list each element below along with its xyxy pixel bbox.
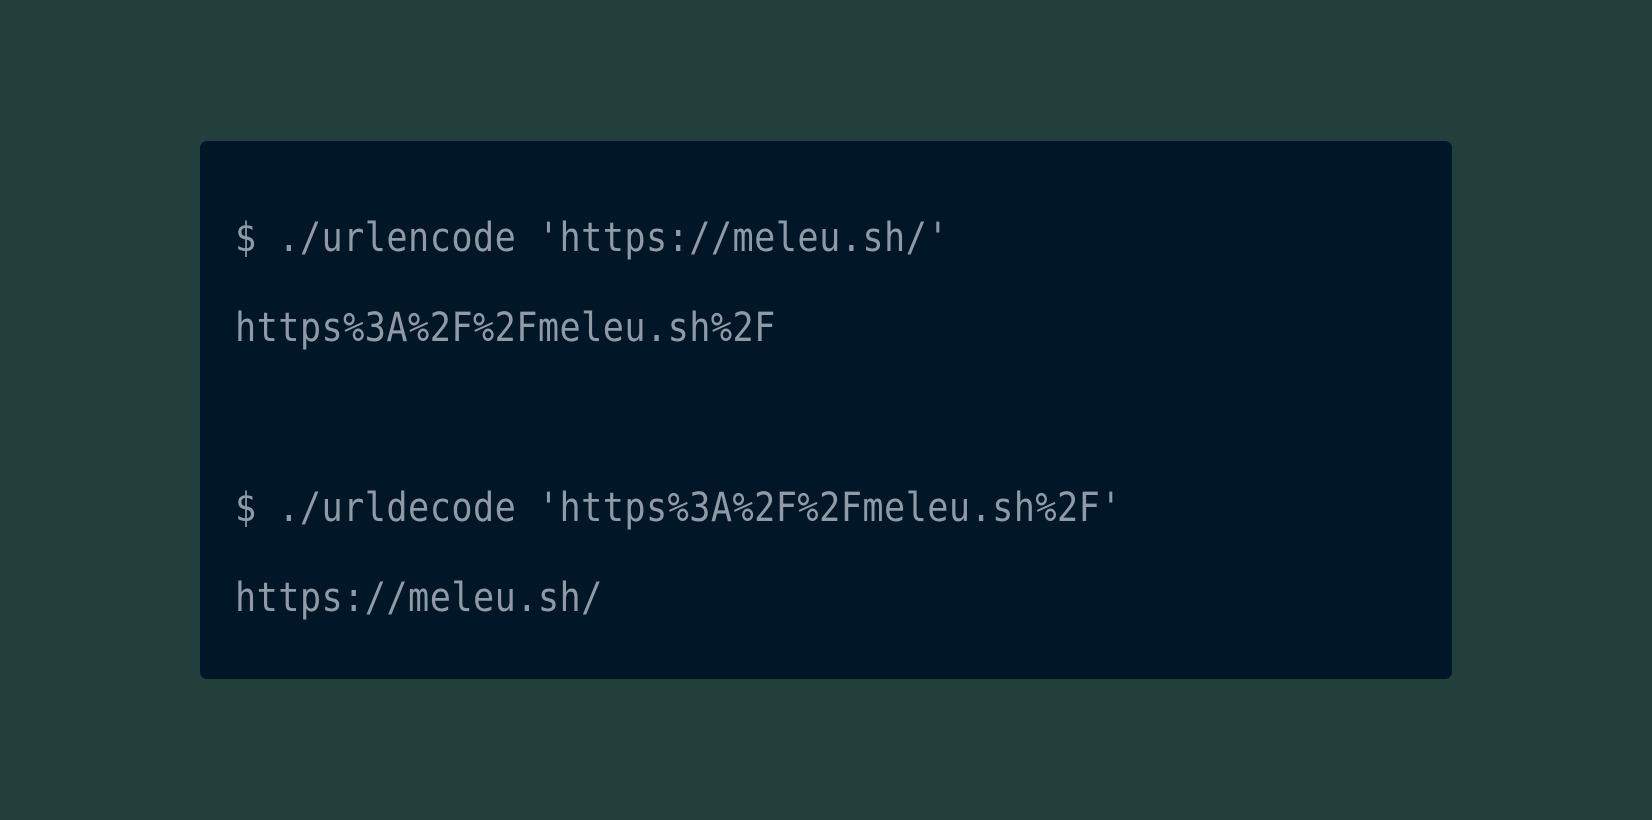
terminal-code-block: $ ./urlencode 'https://meleu.sh/' https%… <box>200 141 1452 679</box>
command-line-urldecode: $ ./urldecode 'https%3A%2F%2Fmeleu.sh%2F… <box>235 485 1122 531</box>
output-line-decoded: https://meleu.sh/ <box>235 575 603 621</box>
output-line-encoded: https%3A%2F%2Fmeleu.sh%2F <box>235 305 776 351</box>
command-line-urlencode: $ ./urlencode 'https://meleu.sh/' <box>235 215 949 261</box>
